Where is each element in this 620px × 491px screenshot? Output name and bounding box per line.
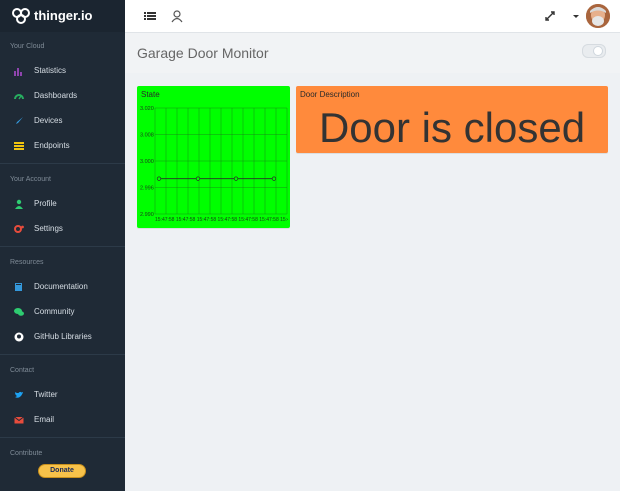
sidebar-divider [0,246,125,247]
sidebar-item-profile[interactable]: Profile [0,193,125,215]
sidebar-item-label: Devices [34,116,63,125]
sidebar-item-label: Profile [34,199,57,208]
page-title: Garage Door Monitor [137,45,269,61]
widget-title: Door Description [300,90,360,99]
door-description-widget[interactable]: Door Description Door is closed [296,86,608,153]
y-tick-label: 3.020 [140,106,154,112]
sidebar-item-community[interactable]: Community [0,301,125,323]
donate-button[interactable]: Donate [38,464,86,478]
sidebar-item-email[interactable]: Email [0,409,125,431]
sidebar-item-dashboards[interactable]: Dashboards [0,85,125,107]
sidebar-item-label: Email [34,415,55,424]
y-tick-label: 2.996 [140,186,154,192]
y-tick-label: 2.990 [140,212,154,218]
sidebar-item-github-libraries[interactable]: GitHub Libraries [0,326,125,348]
section-title-resources: Resources [10,259,44,266]
section-title-your-cloud: Your Cloud [10,43,45,50]
sidebar-item-label: Documentation [34,282,88,291]
logo-icon [12,8,30,24]
data-point [271,176,277,181]
section-title-contribute: Contribute [10,450,43,457]
data-point [233,176,239,181]
sidebar-item-label: Twitter [34,390,58,399]
chart-series [156,176,277,181]
top-bar [125,0,620,33]
chart-icon [14,68,22,76]
state-widget[interactable]: State 3.020 3.008 3.000 2.996 2.990 15:47:58… [137,86,290,228]
page-header: Garage Door Monitor [125,33,620,73]
chart-grid [154,107,288,215]
data-point [156,176,162,181]
state-chart: 3.020 3.008 3.000 2.996 2.990 [140,106,288,218]
github-icon [14,332,24,342]
sidebar-item-settings[interactable]: Settings [0,218,125,240]
sidebar-item-documentation[interactable]: Documentation [0,276,125,298]
data-point [195,176,201,181]
caret-down-icon[interactable] [569,9,583,23]
sidebar-item-label: Community [34,307,75,316]
sidebar-item-devices[interactable]: Devices [0,110,125,132]
dashboard-icon [14,94,24,100]
avatar[interactable] [586,4,610,28]
sidebar-item-label: Dashboards [34,91,78,100]
list-icon [14,142,24,150]
rocket-icon [16,117,23,124]
user-icon [15,199,23,209]
sidebar-divider [0,437,125,438]
toggle-knob [593,46,603,56]
chart-y-ticks: 3.020 3.008 3.000 2.996 2.990 [140,106,154,218]
sidebar-divider [0,354,125,355]
expand-icon[interactable] [543,9,557,23]
sidebar-item-statistics[interactable]: Statistics [0,60,125,82]
brand[interactable]: thinger.io [0,0,125,32]
sidebar-item-label: Settings [34,224,63,233]
brand-name: thinger.io [34,8,93,23]
sidebar-item-label: Statistics [34,66,67,75]
sidebar: thinger.io Your Cloud Statistics Dashboa… [0,0,125,491]
email-icon [14,416,24,424]
gear-icon [14,225,24,233]
twitter-icon [15,391,23,398]
sidebar-item-label: Endpoints [34,141,70,150]
sidebar-item-label: GitHub Libraries [34,332,92,341]
comments-icon [14,308,24,316]
sidebar-item-endpoints[interactable]: Endpoints [0,135,125,157]
chart-x-ticks: 15:47:58 15:47:58 15:47:58 15:47:58 15:4… [155,217,288,223]
section-title-your-account: Your Account [10,176,51,183]
y-tick-label: 3.000 [140,159,154,165]
avatar-image [586,4,610,28]
dashboard-content: State 3.020 3.008 3.000 2.996 2.990 15:47:58… [125,73,620,491]
door-status-text: Door is closed [318,104,586,151]
menu-list-icon[interactable] [143,9,157,23]
book-icon [15,283,22,291]
user-icon[interactable] [170,9,184,23]
sidebar-divider [0,163,125,164]
dashboard-edit-toggle[interactable] [582,44,606,58]
sidebar-item-twitter[interactable]: Twitter [0,384,125,406]
y-tick-label: 3.008 [140,133,154,139]
section-title-contact: Contact [10,367,35,374]
